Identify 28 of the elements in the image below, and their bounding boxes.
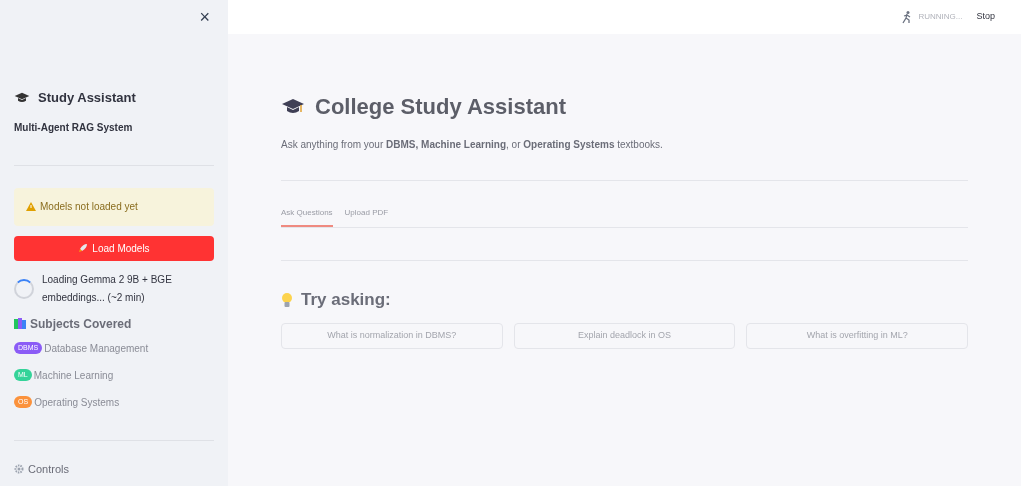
books-icon (14, 318, 26, 329)
sidebar-subtitle: Multi-Agent RAG System (14, 120, 134, 135)
subject-label: Database Management (44, 341, 149, 356)
controls-heading: Controls (28, 461, 69, 477)
graduation-cap-icon (14, 90, 30, 105)
suggestion-button[interactable]: What is overfitting in ML? (746, 322, 968, 349)
warning-icon (26, 202, 36, 211)
tab[interactable]: Ask Questions (281, 207, 333, 227)
suggestion-button[interactable]: What is normalization in DBMS? (281, 322, 503, 349)
rocket-icon (78, 243, 89, 253)
running-status: RUNNING... (918, 11, 963, 23)
subject-label: Machine Learning (33, 368, 114, 383)
tab[interactable]: Upload PDF (344, 207, 389, 227)
loading-spinner (14, 278, 34, 299)
suggestion-button[interactable]: Explain deadlock in OS (513, 322, 736, 349)
load-models-button[interactable]: Load Models (14, 235, 214, 261)
page-description: Ask anything from your DBMS, Machine Learning, or Operating Systems textbooks. (281, 138, 664, 152)
stop-button[interactable]: Stop (976, 10, 995, 24)
page-title: College Study Assistant (315, 93, 566, 121)
loading-text: Loading Gemma 2 9B + BGE embeddings... (~2 min) (42, 272, 173, 305)
subjects-heading: Subjects Covered (30, 315, 132, 333)
close-button[interactable]: × (195, 8, 214, 26)
warning-text: Models not loaded yet (40, 200, 138, 214)
try-heading: Try asking: (301, 289, 391, 311)
lightbulb-icon (281, 291, 293, 308)
sidebar-title: Study Assistant (38, 89, 136, 107)
running-figure-icon (902, 10, 913, 24)
subject-label: Operating Systems (34, 395, 120, 410)
